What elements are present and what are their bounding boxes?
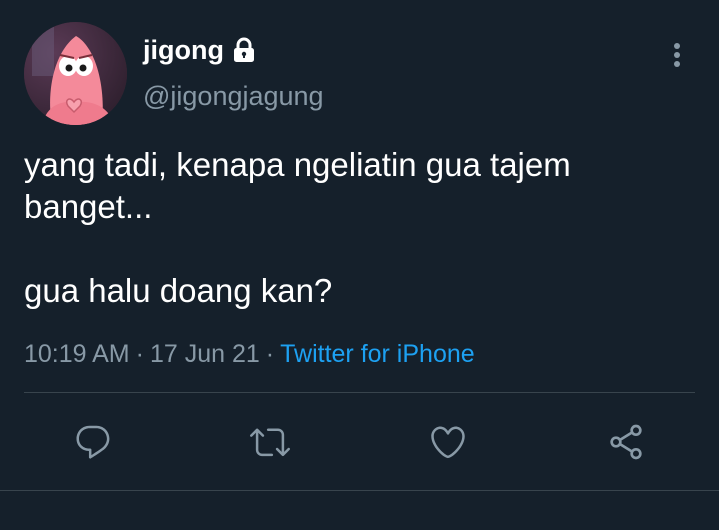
avatar-image [24,22,127,125]
tweet-source-link[interactable]: Twitter for iPhone [280,340,475,368]
tweet-text: yang tadi, kenapa ngeliatin gua tajem ba… [24,146,571,309]
meta-separator: · [135,340,144,368]
more-vertical-icon [674,43,680,67]
divider [0,490,719,491]
heart-icon [431,426,465,459]
avatar[interactable] [24,22,127,125]
author-name-row[interactable]: jigong [143,34,256,66]
tweet-meta: 10:19 AM · 17 Jun 21 · Twitter for iPhone [24,338,475,370]
retweet-icon [250,428,290,457]
divider [24,392,695,393]
tweet-date[interactable]: 17 Jun 21 [150,340,260,368]
reply-icon [76,425,110,459]
tweet-card: jigong @jigongjagung yang tadi, kenapa n… [0,0,719,530]
author-handle[interactable]: @jigongjagung [143,80,324,112]
tweet-time[interactable]: 10:19 AM [24,340,130,368]
meta-separator: · [265,340,275,368]
like-button[interactable] [426,420,470,464]
share-icon [610,424,642,460]
more-options-button[interactable] [664,40,690,70]
retweet-button[interactable] [248,420,292,464]
reply-button[interactable] [71,420,115,464]
display-name[interactable]: jigong [143,34,224,66]
lock-icon [232,37,256,63]
share-button[interactable] [604,420,648,464]
